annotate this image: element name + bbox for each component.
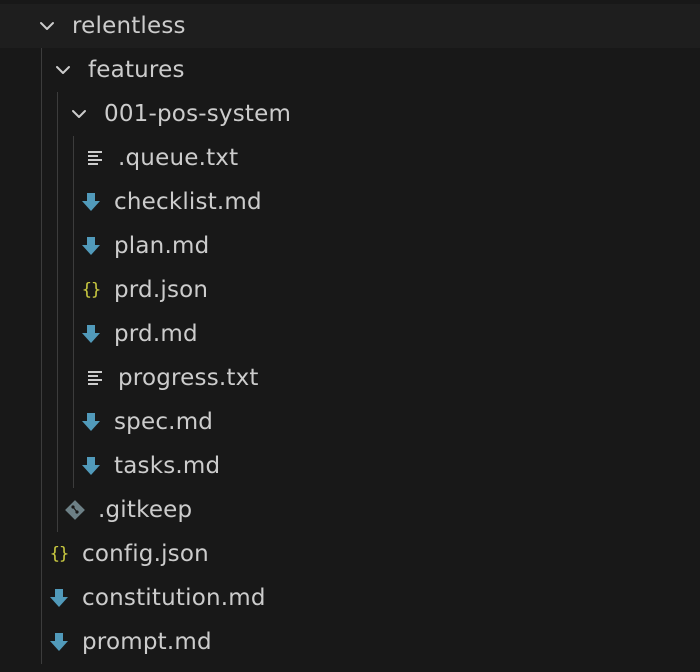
folder-label: features: [88, 57, 185, 83]
tree-file[interactable]: prompt.md: [0, 620, 700, 664]
file-label: prd.json: [114, 277, 209, 303]
file-label: prd.md: [114, 321, 198, 347]
tree-file[interactable]: prd.md: [0, 312, 700, 356]
text-lines-icon: [84, 367, 106, 389]
markdown-arrow-icon: [80, 235, 102, 257]
tree-folder-relentless[interactable]: relentless: [0, 4, 700, 48]
markdown-arrow-icon: [80, 455, 102, 477]
chevron-down-icon: [36, 15, 58, 37]
folder-label: relentless: [72, 13, 186, 39]
file-label: spec.md: [114, 409, 214, 435]
file-label: .gitkeep: [98, 497, 193, 523]
file-label: constitution.md: [82, 585, 266, 611]
tree-file[interactable]: {} config.json: [0, 532, 700, 576]
tree-file[interactable]: .gitkeep: [0, 488, 700, 532]
folder-label: 001-pos-system: [104, 101, 292, 127]
text-lines-icon: [84, 147, 106, 169]
file-label: tasks.md: [114, 453, 221, 479]
file-label: plan.md: [114, 233, 210, 259]
tree-file[interactable]: tasks.md: [0, 444, 700, 488]
file-label: .queue.txt: [118, 145, 239, 171]
tree-file[interactable]: progress.txt: [0, 356, 700, 400]
tree-folder-pos-system[interactable]: 001-pos-system: [0, 92, 700, 136]
tree-file[interactable]: spec.md: [0, 400, 700, 444]
file-explorer-tree: relentless features 001-pos-system .queu…: [0, 0, 700, 672]
file-label: progress.txt: [118, 365, 259, 391]
tree-file[interactable]: checklist.md: [0, 180, 700, 224]
tree-file[interactable]: plan.md: [0, 224, 700, 268]
markdown-arrow-icon: [48, 587, 70, 609]
chevron-down-icon: [68, 103, 90, 125]
tree-file[interactable]: constitution.md: [0, 576, 700, 620]
markdown-arrow-icon: [80, 411, 102, 433]
git-icon: [64, 499, 86, 521]
markdown-arrow-icon: [80, 191, 102, 213]
file-label: checklist.md: [114, 189, 262, 215]
tree-file[interactable]: .queue.txt: [0, 136, 700, 180]
file-label: prompt.md: [82, 629, 212, 655]
tree-folder-features[interactable]: features: [0, 48, 700, 92]
file-label: config.json: [82, 541, 209, 567]
tree-file[interactable]: {} prd.json: [0, 268, 700, 312]
markdown-arrow-icon: [48, 631, 70, 653]
chevron-down-icon: [52, 59, 74, 81]
json-braces-icon: {}: [49, 544, 69, 564]
markdown-arrow-icon: [80, 323, 102, 345]
json-braces-icon: {}: [81, 280, 101, 300]
